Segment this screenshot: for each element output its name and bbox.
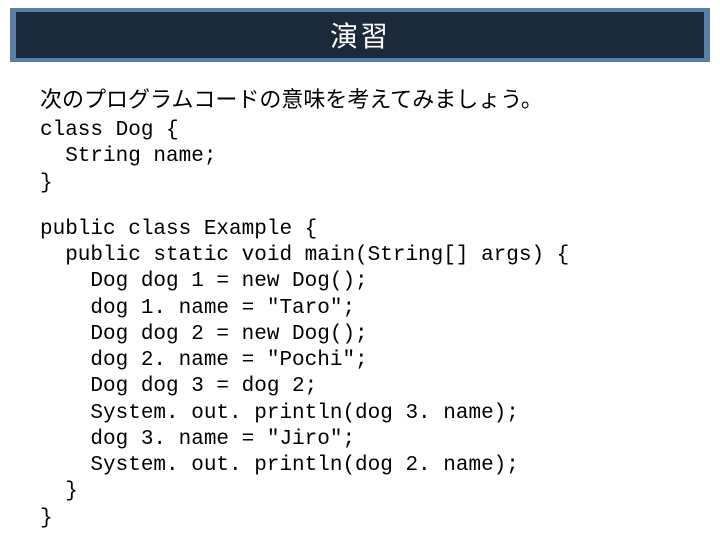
code-block-1: class Dog { String name; } <box>40 118 680 197</box>
slide-subtitle: 次のプログラムコードの意味を考えてみましょう。 <box>40 82 680 114</box>
slide-content: 次のプログラムコードの意味を考えてみましょう。 class Dog { Stri… <box>0 62 720 532</box>
slide-title-bar: 演習 <box>10 8 710 62</box>
code-block-2: public class Example { public static voi… <box>40 217 680 532</box>
slide-title: 演習 <box>330 15 390 55</box>
slide-title-inner: 演習 <box>16 12 704 58</box>
